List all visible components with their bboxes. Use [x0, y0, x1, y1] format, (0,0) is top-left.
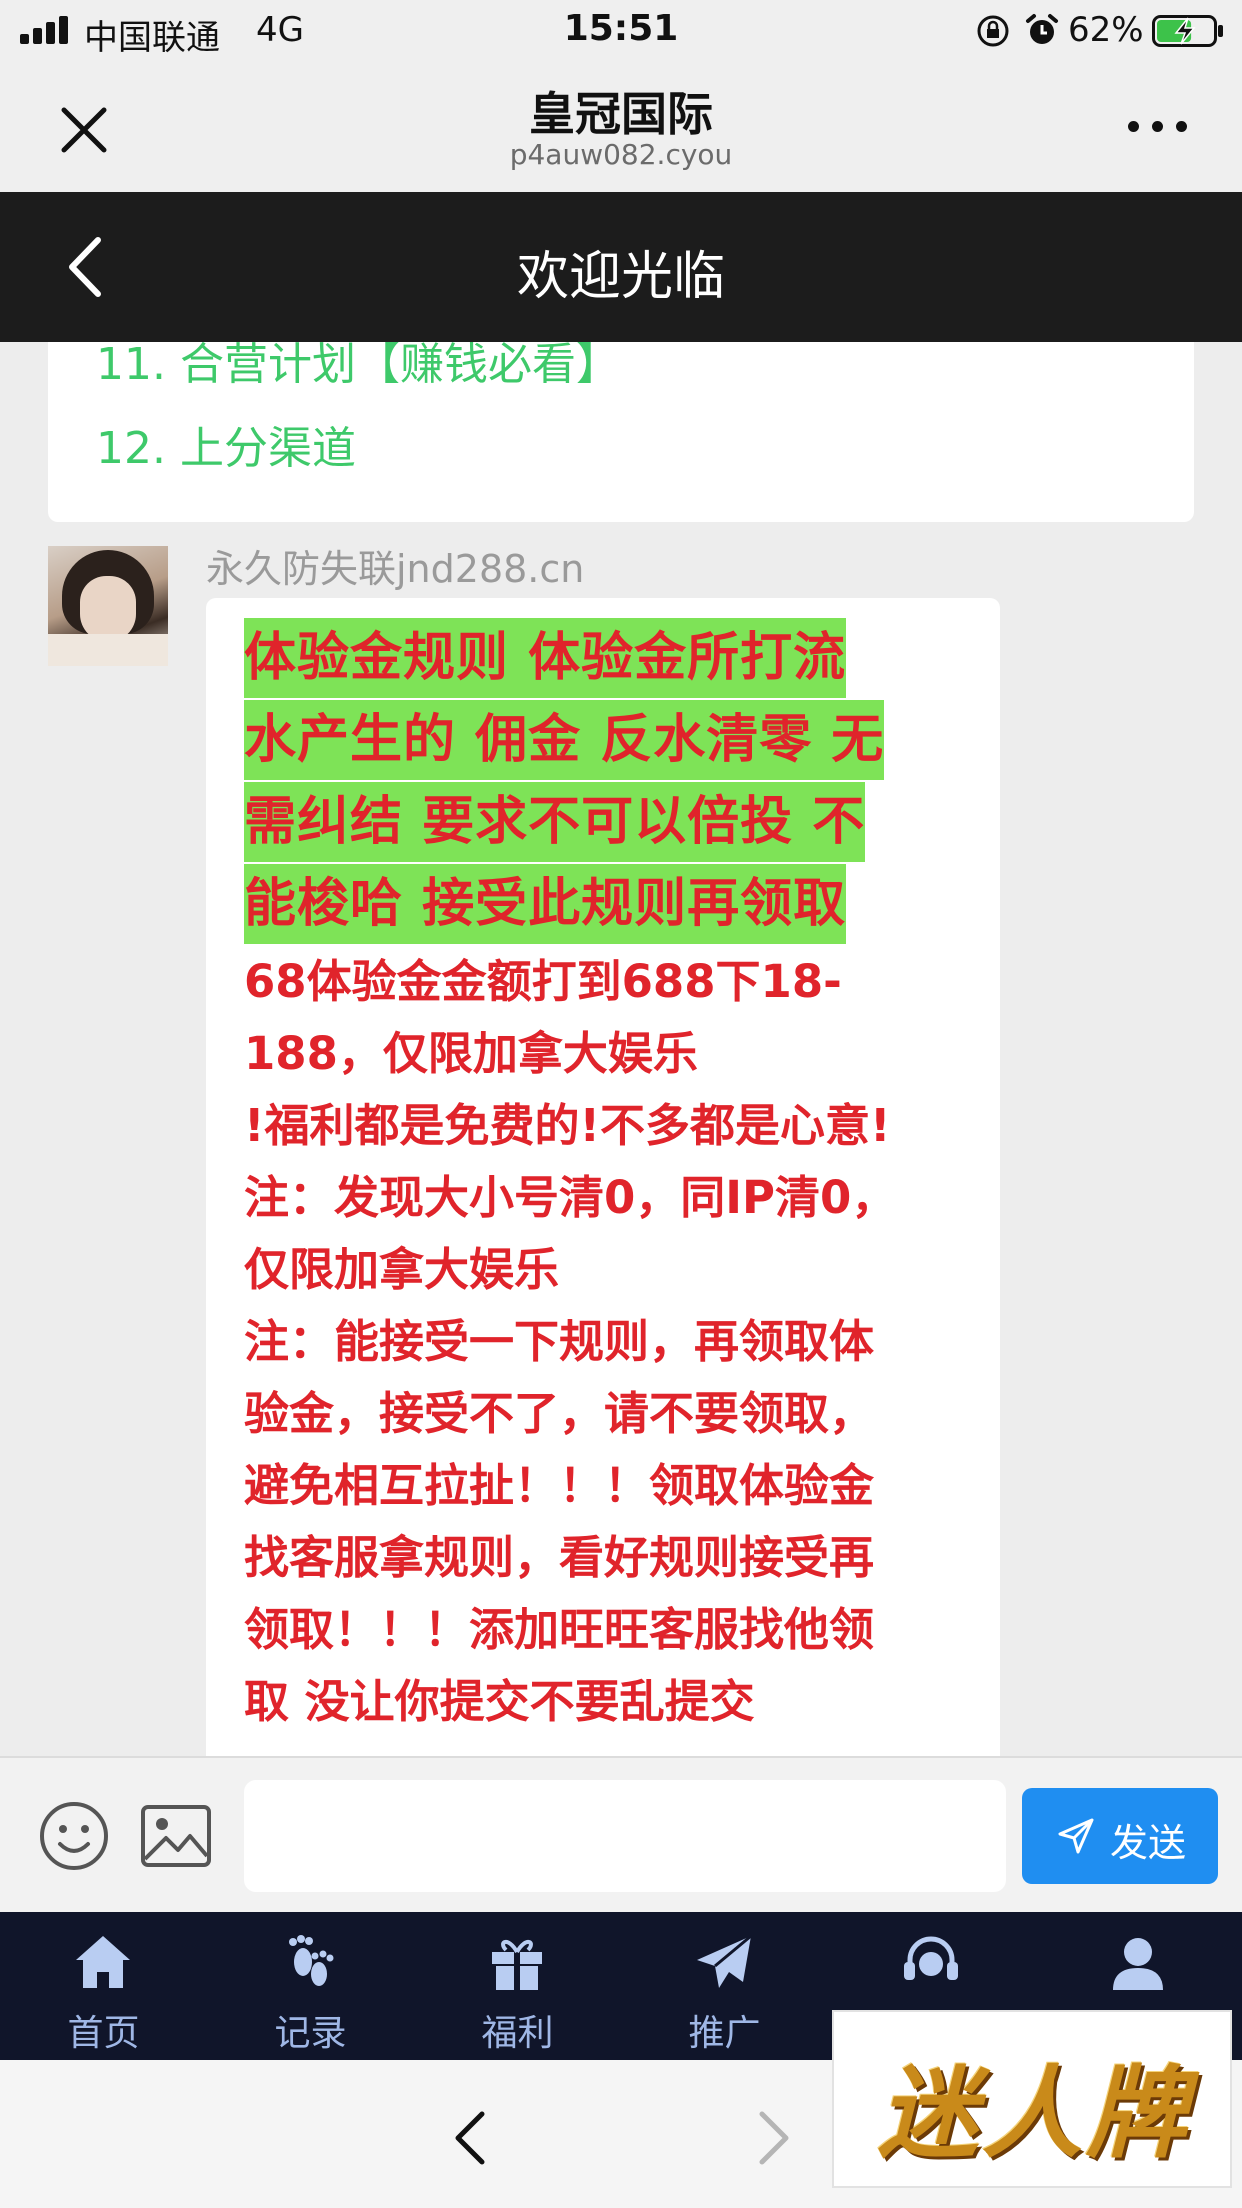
alarm-icon: [1026, 14, 1058, 44]
page-title: 皇冠国际: [529, 87, 713, 141]
browser-header: 皇冠国际 p4auw082.cyou: [0, 62, 1242, 192]
app-nav-bar: 欢迎光临: [0, 192, 1242, 342]
chat-area[interactable]: 11. 合营计划【赚钱必看】 12. 上分渠道 永久防失联jnd288.cn 体…: [0, 342, 1242, 1756]
message-bubble[interactable]: 体验金规则 体验金所打流 水产生的 佣金 反水清零 无 需纠结 要求不可以倍投 …: [206, 598, 1000, 1756]
home-icon: [76, 1936, 130, 1988]
forward-arrow-icon[interactable]: [756, 2108, 792, 2168]
tab-label: 推广: [688, 2013, 761, 2054]
highlighted-line: 需纠结 要求不可以倍投 不: [244, 782, 866, 862]
input-bar: 发送: [0, 1756, 1242, 1912]
orientation-lock-icon: [977, 15, 1009, 47]
message-text: 体验金规则 体验金所打流 水产生的 佣金 反水清零 无 需纠结 要求不可以倍投 …: [244, 618, 984, 1738]
menu-item[interactable]: 11. 合营计划【赚钱必看】: [96, 342, 620, 392]
tab-label: 福利: [481, 2013, 554, 2054]
send-label: 发送: [1110, 1821, 1187, 1865]
user-icon: [1113, 1938, 1163, 1990]
tab-promote[interactable]: 推广: [621, 1912, 828, 2060]
back-arrow-icon[interactable]: [452, 2108, 488, 2168]
send-icon: [1058, 1818, 1094, 1854]
watermark-text: 迷人牌: [878, 2054, 1190, 2172]
message-line: 找客服拿规则，看好规则接受再: [244, 1531, 875, 1584]
page-url: p4auw082.cyou: [509, 138, 733, 171]
tab-label: 记录: [274, 2013, 347, 2054]
status-bar: 中国联通 4G 15:51 62%: [0, 0, 1242, 62]
gift-icon: [492, 1940, 542, 1990]
message-line: 188，仅限加拿大娱乐: [244, 1027, 698, 1080]
watermark-logo: 迷人牌: [832, 2010, 1232, 2188]
highlighted-line: 体验金规则 体验金所打流: [244, 618, 847, 698]
customer-service-icon: [904, 1936, 958, 1980]
paper-plane-icon: [697, 1934, 752, 1988]
message-line: 取 没让你提交不要乱提交: [244, 1675, 755, 1728]
message-line: 68体验金金额打到688下18-: [244, 955, 842, 1008]
message-line: 领取！！！添加旺旺客服找他领: [244, 1603, 875, 1656]
message-line: 验金，接受不了，请不要领取，: [244, 1387, 875, 1440]
nav-title: 欢迎光临: [516, 247, 725, 307]
menu-item[interactable]: 12. 上分渠道: [96, 412, 356, 476]
message-line: !福利都是免费的!不多都是心意!: [244, 1099, 891, 1152]
avatar[interactable]: [48, 546, 168, 666]
send-button[interactable]: 发送: [1022, 1788, 1218, 1884]
image-icon[interactable]: [140, 1804, 212, 1868]
battery-percent: 62%: [1068, 10, 1144, 50]
footprints-icon: [289, 1935, 334, 1986]
menu-card: 11. 合营计划【赚钱必看】 12. 上分渠道: [48, 342, 1194, 522]
highlighted-line: 能梭哈 接受此规则再领取: [244, 864, 847, 944]
message-input[interactable]: [244, 1780, 1006, 1892]
battery-charging-icon: [1152, 15, 1223, 47]
more-icon[interactable]: [1128, 112, 1188, 140]
tab-welfare[interactable]: 福利: [414, 1912, 621, 2060]
message-line: 仅限加拿大娱乐: [244, 1243, 560, 1296]
tab-label: 首页: [67, 2013, 140, 2054]
highlighted-line: 水产生的 佣金 反水清零 无: [244, 700, 885, 780]
message-line: 注：发现大小号清0，同IP清0，: [244, 1171, 897, 1224]
emoji-icon[interactable]: [38, 1800, 110, 1872]
sender-name: 永久防失联jnd288.cn: [206, 547, 585, 591]
message-line: 避免相互拉扯！！！领取体验金: [244, 1459, 875, 1512]
tab-home[interactable]: 首页: [0, 1912, 207, 2060]
tab-records[interactable]: 记录: [207, 1912, 414, 2060]
message-line: 注：能接受一下规则，再领取体: [244, 1315, 875, 1368]
